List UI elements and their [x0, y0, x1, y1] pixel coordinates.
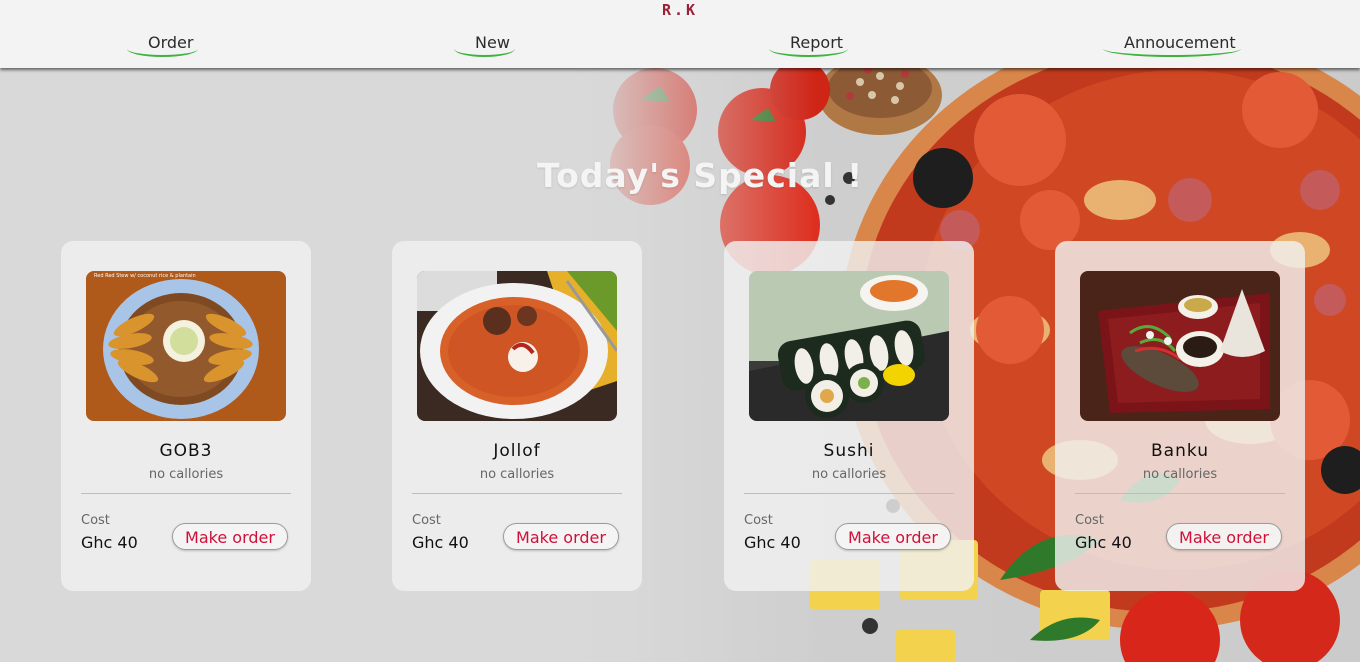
make-order-button[interactable]: Make order: [1166, 523, 1282, 550]
make-order-button[interactable]: Make order: [172, 523, 288, 550]
divider: [744, 493, 954, 494]
item-price: Ghc 40: [1075, 533, 1132, 552]
divider: [412, 493, 622, 494]
item-calories: no callories: [811, 467, 887, 482]
menu-card-sushi: Sushi no callories Cost Ghc 40 Make orde…: [724, 241, 974, 591]
nav-order[interactable]: Order: [126, 33, 199, 57]
nav-new[interactable]: New: [454, 33, 515, 57]
nav-annoucement[interactable]: Annoucement: [1103, 33, 1241, 57]
food-image-banku: [1080, 271, 1280, 421]
item-name: Jollof: [493, 441, 541, 461]
item-calories: no callories: [148, 467, 224, 482]
food-image-jollof: [417, 271, 617, 421]
menu-card-jollof: Jollof no callories Cost Ghc 40 Make ord…: [392, 241, 642, 591]
food-image-sushi: [749, 271, 949, 421]
brand-logo: R.K: [661, 1, 699, 19]
divider: [1075, 493, 1285, 494]
item-price: Ghc 40: [81, 533, 138, 552]
image-caption: Red Red Stew w/ coconut rice & plantain: [94, 273, 196, 279]
make-order-button[interactable]: Make order: [503, 523, 619, 550]
page-title: Today's Special !: [537, 156, 864, 195]
item-name: Banku: [1151, 441, 1209, 461]
item-calories: no callories: [479, 467, 555, 482]
cost-label: Cost: [81, 513, 110, 528]
top-nav-bar: R.K Order New Report Annoucement: [0, 0, 1360, 68]
item-price: Ghc 40: [744, 533, 801, 552]
item-price: Ghc 40: [412, 533, 469, 552]
nav-report[interactable]: Report: [768, 33, 849, 57]
cost-label: Cost: [412, 513, 441, 528]
menu-card-banku: Banku no callories Cost Ghc 40 Make orde…: [1055, 241, 1305, 591]
cost-label: Cost: [744, 513, 773, 528]
divider: [81, 493, 291, 494]
cost-label: Cost: [1075, 513, 1104, 528]
item-name: Sushi: [823, 441, 875, 461]
make-order-button[interactable]: Make order: [835, 523, 951, 550]
item-calories: no callories: [1142, 467, 1218, 482]
menu-card-gob3: Red Red Stew w/ coconut rice & plantain …: [61, 241, 311, 591]
item-name: GOB3: [159, 441, 213, 461]
food-image-gob3: Red Red Stew w/ coconut rice & plantain: [86, 271, 286, 421]
